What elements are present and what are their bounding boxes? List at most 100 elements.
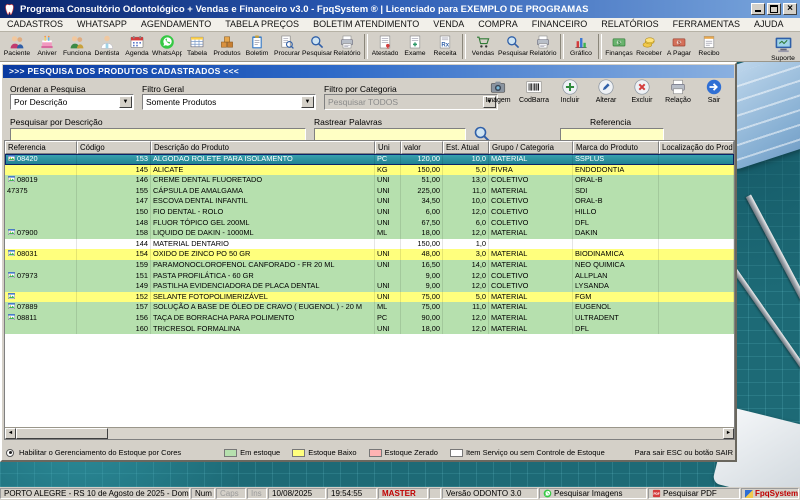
menu-item-financeiro[interactable]: FINANCEIRO: [525, 18, 595, 31]
search-pdf-label: Pesquisar PDF: [663, 489, 717, 498]
table-row[interactable]: 07973151PASTA PROFILÁTICA - 60 GR9,0012,…: [5, 271, 734, 282]
toolbar-button-relat-rio[interactable]: Relatório: [332, 33, 362, 57]
codbarra-button[interactable]: CodBarra: [517, 78, 551, 104]
table-row[interactable]: 160TRICRESOL FORMALINAUNI18,0012,0MATERI…: [5, 324, 734, 335]
sair-button[interactable]: Sair: [697, 78, 731, 104]
table-cell: 08420: [5, 154, 77, 165]
toolbar-button-tabela[interactable]: Tabela: [182, 33, 212, 57]
toolbar-button-procurar[interactable]: Procurar: [272, 33, 302, 57]
toolbar-button-a-pagar[interactable]: $A Pagar: [664, 33, 694, 57]
toolbar-button-atestado[interactable]: Atestado: [370, 33, 400, 57]
menu-item-ajuda[interactable]: AJUDA: [747, 18, 791, 31]
excluir-button[interactable]: Excluir: [625, 78, 659, 104]
table-row[interactable]: 07889157SOLUÇÃO A BASE DE ÓLEO DE CRAVO …: [5, 302, 734, 313]
toolbar-button-agenda[interactable]: Agenda: [122, 33, 152, 57]
toolbar-button-whatsapp[interactable]: WhatsApp: [152, 33, 182, 57]
column-header-grupo-categoria[interactable]: Grupo / Categoria: [489, 141, 573, 154]
finance-icon: $: [611, 34, 627, 50]
toolbar-button-funciona[interactable]: Funciona: [62, 33, 92, 57]
table-row[interactable]: 159PARAMONOCLOROFENOL CANFORADO - FR 20 …: [5, 260, 734, 271]
barcode-icon: [525, 78, 543, 96]
column-header-c-digo[interactable]: Código: [77, 141, 151, 154]
table-row[interactable]: 152SELANTE FOTOPOLIMERIZÁVELUNI75,005,0M…: [5, 292, 734, 303]
table-row[interactable]: 08811156TAÇA DE BORRACHA PARA POLIMENTOP…: [5, 313, 734, 324]
column-header-marca-do-produto[interactable]: Marca do Produto: [573, 141, 659, 154]
toolbar-button-aniver[interactable]: Aniver: [32, 33, 62, 57]
table-cell: 67,50: [401, 218, 443, 229]
toolbar-button-pesquisar[interactable]: Pesquisar: [302, 33, 332, 57]
menu-item-tabela-pre-os[interactable]: TABELA PREÇOS: [218, 18, 306, 31]
menu-item-venda[interactable]: VENDA: [426, 18, 471, 31]
scrollbar-track[interactable]: [108, 428, 723, 439]
table-cell: 5,0: [443, 292, 489, 303]
column-header-localiza-o-do-produto[interactable]: Localização do Produto: [659, 141, 734, 154]
menu-item-compra[interactable]: COMPRA: [471, 18, 525, 31]
menu-item-boletim-atendimento[interactable]: BOLETIM ATENDIMENTO: [306, 18, 426, 31]
chevron-down-icon[interactable]: ▼: [301, 96, 314, 108]
general-filter-select[interactable]: Somente Produtos ▼: [142, 94, 316, 110]
table-row[interactable]: 08019146CREME DENTAL FLUORETADOUNI51,001…: [5, 175, 734, 186]
toolbar-button-pesquisar[interactable]: Pesquisar: [498, 33, 528, 57]
table-cell: MATERIAL: [489, 302, 573, 313]
toolbar-button-produtos[interactable]: Produtos: [212, 33, 242, 57]
table-row[interactable]: 08031154OXIDO DE ZINCO PO 50 GRUNI48,003…: [5, 249, 734, 260]
toolbar-button-suporte[interactable]: Suporte: [768, 33, 798, 62]
toolbar-button-receita[interactable]: RxReceita: [430, 33, 460, 57]
toolbar-button-receber[interactable]: Receber: [634, 33, 664, 57]
menu-item-relat-rios[interactable]: RELATÓRIOS: [594, 18, 665, 31]
toolbar-button-boletim[interactable]: Boletim: [242, 33, 272, 57]
table-row[interactable]: 47375155CÁPSULA DE AMALGAMAUNI225,0011,0…: [5, 186, 734, 197]
column-header-est-atual[interactable]: Est. Atual: [443, 141, 489, 154]
toolbar-button-dentista[interactable]: Dentista: [92, 33, 122, 57]
toolbar-label: Exame: [404, 50, 425, 57]
toolbar-button-exame[interactable]: Exame: [400, 33, 430, 57]
toolbar-button-relat-rio[interactable]: Relatório: [528, 33, 558, 57]
status-search-images[interactable]: Pesquisar Imagens: [539, 488, 647, 499]
close-button[interactable]: [783, 3, 797, 15]
table-row[interactable]: 147ESCOVA DENTAL INFANTILUNI34,5010,0COL…: [5, 196, 734, 207]
table-row[interactable]: 144MATERIAL DENTARIO150,001,0: [5, 239, 734, 250]
table-cell: CREME DENTAL FLUORETADO: [151, 175, 375, 186]
calendar-icon: [129, 34, 145, 50]
table-row[interactable]: 148FLUOR TÓPICO GEL 200MLUNI67,506,0COLE…: [5, 218, 734, 229]
legend-label: Estoque Baixo: [308, 448, 356, 457]
order-filter-select[interactable]: Por Descrição ▼: [10, 94, 134, 110]
toolbar-button-vendas[interactable]: Vendas: [468, 33, 498, 57]
toolbar-button-finan-as[interactable]: $Finanças: [604, 33, 634, 57]
scrollbar-thumb[interactable]: [16, 428, 108, 439]
scroll-right-icon[interactable]: ►: [723, 428, 734, 439]
column-header-referencia[interactable]: Referencia: [5, 141, 77, 154]
action-label: Excluir: [631, 97, 652, 104]
column-header-uni[interactable]: Uni: [375, 141, 401, 154]
stock-colors-radio[interactable]: [6, 449, 14, 457]
menu-item-agendamento[interactable]: AGENDAMENTO: [134, 18, 218, 31]
rela-o-button[interactable]: Relação: [661, 78, 695, 104]
toolbar-label: Dentista: [95, 50, 120, 57]
column-header-valor[interactable]: valor: [401, 141, 443, 154]
column-header-descri-o-do-produto[interactable]: Descrição do Produto: [151, 141, 375, 154]
table-cell: [659, 271, 734, 282]
menu-item-ferramentas[interactable]: FERRAMENTAS: [666, 18, 747, 31]
table-row[interactable]: 08420153ALGODAO ROLETE PARA ISOLAMENTOPC…: [5, 154, 734, 165]
table-cell: 12,0: [443, 271, 489, 282]
toolbar-button-recibo[interactable]: Recibo: [694, 33, 724, 57]
table-cell: 3,0: [443, 249, 489, 260]
menu-item-whatsapp[interactable]: WHATSAPP: [70, 18, 134, 31]
scroll-left-icon[interactable]: ◄: [5, 428, 16, 439]
horizontal-scrollbar[interactable]: ◄ ►: [5, 427, 734, 439]
menu-item-cadastros[interactable]: CADASTROS: [0, 18, 70, 31]
table-row[interactable]: 07900158LIQUIDO DE DAKIN - 1000MLML18,00…: [5, 228, 734, 239]
table-row[interactable]: 149PASTILHA EVIDENCIADORA DE PLACA DENTA…: [5, 281, 734, 292]
alterar-button[interactable]: Alterar: [589, 78, 623, 104]
toolbar-button-paciente[interactable]: Paciente: [2, 33, 32, 57]
products-table: ReferenciaCódigoDescrição do ProdutoUniv…: [4, 140, 735, 440]
minimize-button[interactable]: [751, 3, 765, 15]
status-search-pdf[interactable]: PDF Pesquisar PDF: [648, 488, 740, 499]
toolbar-button-gr-fico[interactable]: Gráfico: [566, 33, 596, 57]
chevron-down-icon[interactable]: ▼: [119, 96, 132, 108]
maximize-button[interactable]: [767, 3, 781, 15]
table-row[interactable]: 150FIO DENTAL - ROLOUNI6,0012,0COLETIVOH…: [5, 207, 734, 218]
incluir-button[interactable]: Incluir: [553, 78, 587, 104]
table-row[interactable]: 145ALICATEKG150,005,0FIVRAENDODONTIA: [5, 165, 734, 176]
imagem-button[interactable]: Imagem: [481, 78, 515, 104]
